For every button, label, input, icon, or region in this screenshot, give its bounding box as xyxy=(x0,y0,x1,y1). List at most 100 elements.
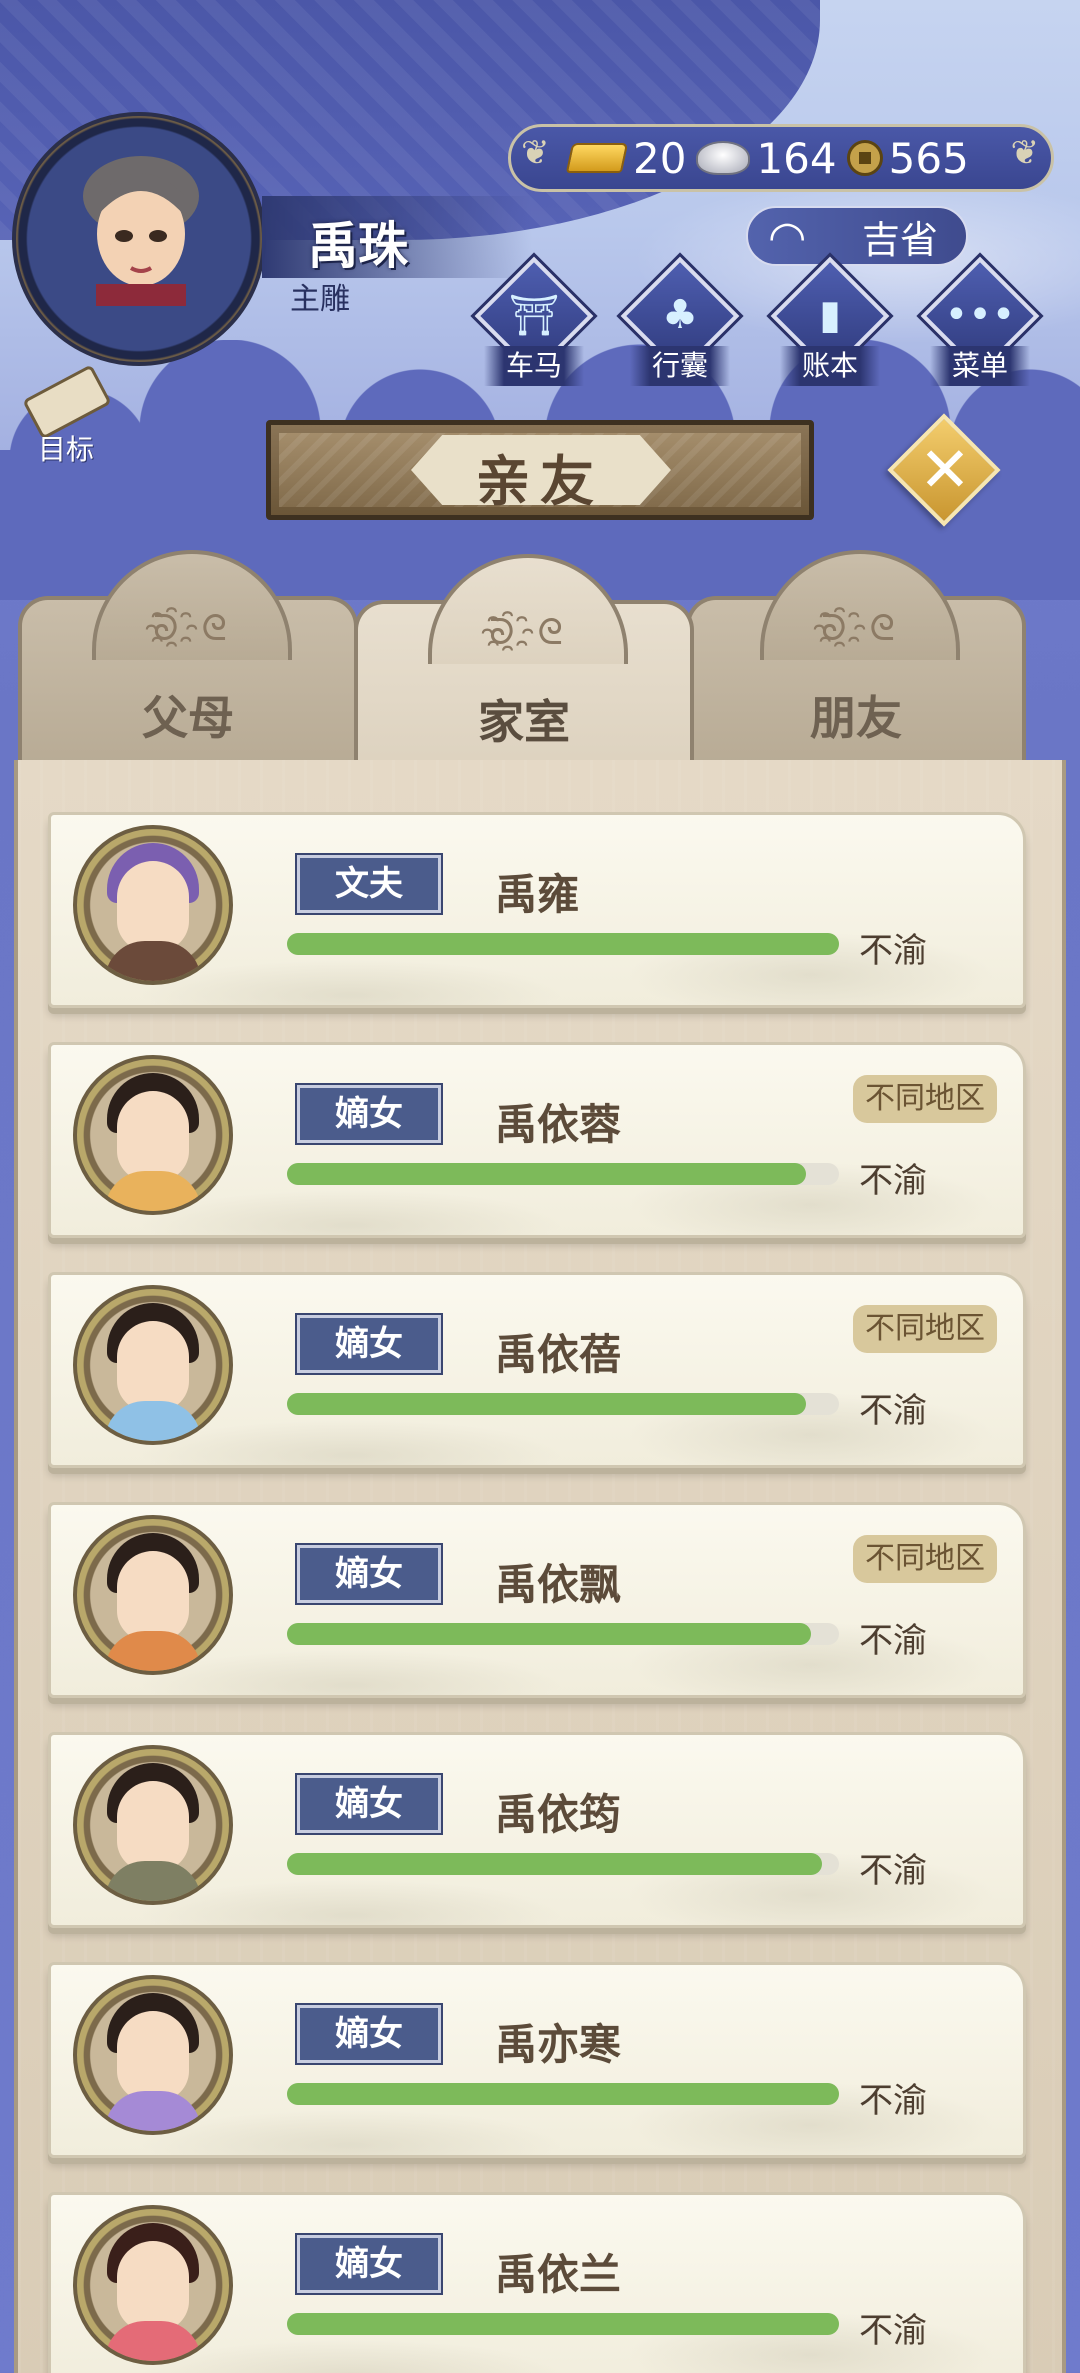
bamboo-icon: ❦ xyxy=(1010,133,1040,173)
gold-ingot-icon xyxy=(565,143,629,173)
bag-button[interactable]: ♣ 行囊 xyxy=(620,256,740,388)
relation-row[interactable]: 嫡女 禹亦寒 不渝 xyxy=(48,1962,1026,2158)
ledger-label: 账本 xyxy=(780,346,880,386)
affinity-bar xyxy=(287,2313,839,2335)
weather-badge[interactable]: ◠ 吉省 xyxy=(746,206,968,266)
silver-counter[interactable]: 164 xyxy=(696,133,837,183)
coin-counter[interactable]: 565 xyxy=(846,133,969,183)
gold-amount: 20 xyxy=(633,133,687,183)
portrait-face xyxy=(117,1321,189,1411)
carriage-button[interactable]: ⛩ 车马 xyxy=(474,256,594,388)
tab-label: 家室 xyxy=(478,695,570,749)
swirl-ornament-icon: ᘐ҈ᘓ xyxy=(821,608,899,649)
more-icon: ••• xyxy=(944,292,1016,338)
relation-name: 禹依蓉 xyxy=(495,1100,622,1149)
relation-status: 不渝 xyxy=(859,1161,927,1201)
copper-coin-icon xyxy=(846,140,883,176)
tab-friends[interactable]: ᘐ҈ᘓ 朋友 xyxy=(686,550,1026,764)
portrait-clothing xyxy=(105,1401,201,1441)
relation-status: 不渝 xyxy=(859,2311,927,2351)
affinity-bar-fill xyxy=(287,1853,823,1875)
relation-avatar[interactable] xyxy=(73,2205,233,2365)
affinity-bar xyxy=(287,1163,839,1185)
relation-row[interactable]: 文夫 禹雍 不渝 xyxy=(48,812,1026,1008)
relation-name: 禹雍 xyxy=(495,870,580,919)
affinity-bar-fill xyxy=(287,1623,812,1645)
relation-status: 不渝 xyxy=(859,931,927,971)
ledger-icon: ▮ xyxy=(818,292,841,338)
relation-name: 禹依蓓 xyxy=(495,1330,622,1379)
affinity-bar xyxy=(287,1623,839,1645)
portrait-clothing xyxy=(105,1861,201,1901)
bamboo-icon: ❦ xyxy=(521,133,550,173)
affinity-bar xyxy=(287,2083,839,2105)
affinity-bar-fill xyxy=(287,1393,806,1415)
portrait-face xyxy=(117,2241,189,2331)
goal-label: 目标 xyxy=(38,433,95,466)
currency-bar: ❦ 20 164 565 ❦ xyxy=(508,124,1054,192)
relation-name: 禹亦寒 xyxy=(495,2020,622,2069)
region-badge: 不同地区 xyxy=(853,1305,997,1353)
portrait-clothing xyxy=(105,2091,201,2131)
relation-row[interactable]: 嫡女 禹依筠 不渝 xyxy=(48,1732,1026,1928)
relation-avatar[interactable] xyxy=(73,1745,233,1905)
portrait-face xyxy=(117,1781,189,1871)
portrait-clothing xyxy=(105,1171,201,1211)
gold-counter[interactable]: 20 xyxy=(565,133,687,183)
relation-role-tag: 嫡女 xyxy=(297,2235,441,2293)
relation-name: 禹依筠 xyxy=(495,1790,622,1839)
relation-row[interactable]: 嫡女 禹依飘 不同地区 不渝 xyxy=(48,1502,1026,1698)
portrait-face xyxy=(117,2011,189,2101)
relation-status: 不渝 xyxy=(859,1621,927,1661)
tab-label: 父母 xyxy=(142,691,234,745)
carriage-label: 车马 xyxy=(484,346,584,386)
affinity-bar-fill xyxy=(287,1163,806,1185)
relation-avatar[interactable] xyxy=(73,1055,233,1215)
relation-row[interactable]: 嫡女 禹依蓓 不同地区 不渝 xyxy=(48,1272,1026,1468)
ledger-button[interactable]: ▮ 账本 xyxy=(770,256,890,388)
relation-name: 禹依兰 xyxy=(495,2250,622,2299)
relation-row[interactable]: 嫡女 禹依兰 不渝 xyxy=(48,2192,1026,2373)
menu-button[interactable]: ••• 菜单 xyxy=(920,256,1040,388)
close-icon[interactable]: ✕ xyxy=(900,428,990,512)
player-name: 禹珠 xyxy=(308,217,408,275)
region-badge: 不同地区 xyxy=(853,1075,997,1123)
carriage-icon: ⛩ xyxy=(508,293,560,339)
relation-role-tag: 嫡女 xyxy=(297,2005,441,2063)
region-badge: 不同地区 xyxy=(853,1535,997,1583)
player-title: 主雕 xyxy=(290,282,350,317)
portrait-clothing xyxy=(105,2321,201,2361)
silver-amount: 164 xyxy=(756,133,837,183)
relation-role-tag: 嫡女 xyxy=(297,1085,441,1143)
portrait-face xyxy=(117,1091,189,1181)
affinity-bar xyxy=(287,933,839,955)
relation-status: 不渝 xyxy=(859,1851,927,1891)
relation-avatar[interactable] xyxy=(73,1285,233,1445)
tab-family[interactable]: ᘐ҈ᘓ 家室 xyxy=(354,554,694,770)
affinity-bar-fill xyxy=(287,2313,839,2335)
goal-button[interactable]: 目标 xyxy=(16,364,126,470)
affinity-bar xyxy=(287,1853,839,1875)
relation-status: 不渝 xyxy=(859,2081,927,2121)
relation-row[interactable]: 嫡女 禹依蓉 不同地区 不渝 xyxy=(48,1042,1026,1238)
relation-role-tag: 嫡女 xyxy=(297,1315,441,1373)
player-portrait xyxy=(83,156,199,306)
relation-avatar[interactable] xyxy=(73,825,233,985)
tab-label: 朋友 xyxy=(810,691,902,745)
portrait-face xyxy=(117,861,189,951)
coin-amount: 565 xyxy=(888,133,969,183)
page-title: 亲友 xyxy=(476,450,604,513)
portrait-face xyxy=(117,1551,189,1641)
portrait-clothing xyxy=(105,1631,201,1671)
relation-avatar[interactable] xyxy=(73,1515,233,1675)
portrait-clothing xyxy=(105,941,201,981)
relation-name: 禹依飘 xyxy=(495,1560,622,1609)
title-banner: 亲友 xyxy=(266,420,814,520)
relation-status: 不渝 xyxy=(859,1391,927,1431)
relation-avatar[interactable] xyxy=(73,1975,233,2135)
tab-parents[interactable]: ᘐ҈ᘓ 父母 xyxy=(18,550,358,764)
player-avatar[interactable] xyxy=(12,112,266,366)
relation-role-tag: 文夫 xyxy=(297,855,441,913)
bag-label: 行囊 xyxy=(630,346,730,386)
menu-label: 菜单 xyxy=(930,346,1030,386)
